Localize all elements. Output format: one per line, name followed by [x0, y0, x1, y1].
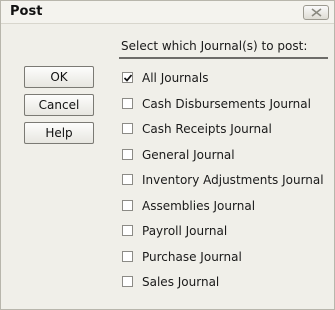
- help-button[interactable]: Help: [24, 122, 94, 144]
- journal-checkbox[interactable]: [122, 200, 133, 211]
- journal-checkbox[interactable]: [122, 251, 133, 262]
- journal-label: Cash Receipts Journal: [142, 122, 272, 136]
- journal-checkbox[interactable]: [122, 149, 133, 160]
- journal-label: All Journals: [142, 71, 209, 85]
- title-bar: Post: [1, 1, 334, 24]
- separator-line: [119, 57, 328, 59]
- journal-checkbox[interactable]: [122, 276, 133, 287]
- dialog-title: Post: [10, 4, 43, 19]
- journal-checkbox[interactable]: [122, 98, 133, 109]
- post-dialog: Post Select which Journal(s) to post: OK…: [0, 0, 335, 310]
- journal-checkbox[interactable]: [122, 123, 133, 134]
- close-button[interactable]: [303, 5, 329, 20]
- checkmark-icon: [124, 74, 132, 82]
- journal-label: General Journal: [142, 148, 235, 162]
- journal-checkbox[interactable]: [122, 225, 133, 236]
- journal-label: Sales Journal: [142, 275, 220, 289]
- journal-label: Cash Disbursements Journal: [142, 97, 311, 111]
- journal-label: Purchase Journal: [142, 250, 242, 264]
- ok-button[interactable]: OK: [24, 66, 94, 88]
- close-icon: [311, 8, 322, 17]
- journal-label: Payroll Journal: [142, 224, 228, 238]
- journal-checkbox[interactable]: [122, 72, 133, 83]
- cancel-button[interactable]: Cancel: [24, 94, 94, 116]
- journal-label: Assemblies Journal: [142, 199, 256, 213]
- instruction-label: Select which Journal(s) to post:: [121, 39, 308, 53]
- journal-checkbox[interactable]: [122, 174, 133, 185]
- journal-label: Inventory Adjustments Journal: [142, 173, 324, 187]
